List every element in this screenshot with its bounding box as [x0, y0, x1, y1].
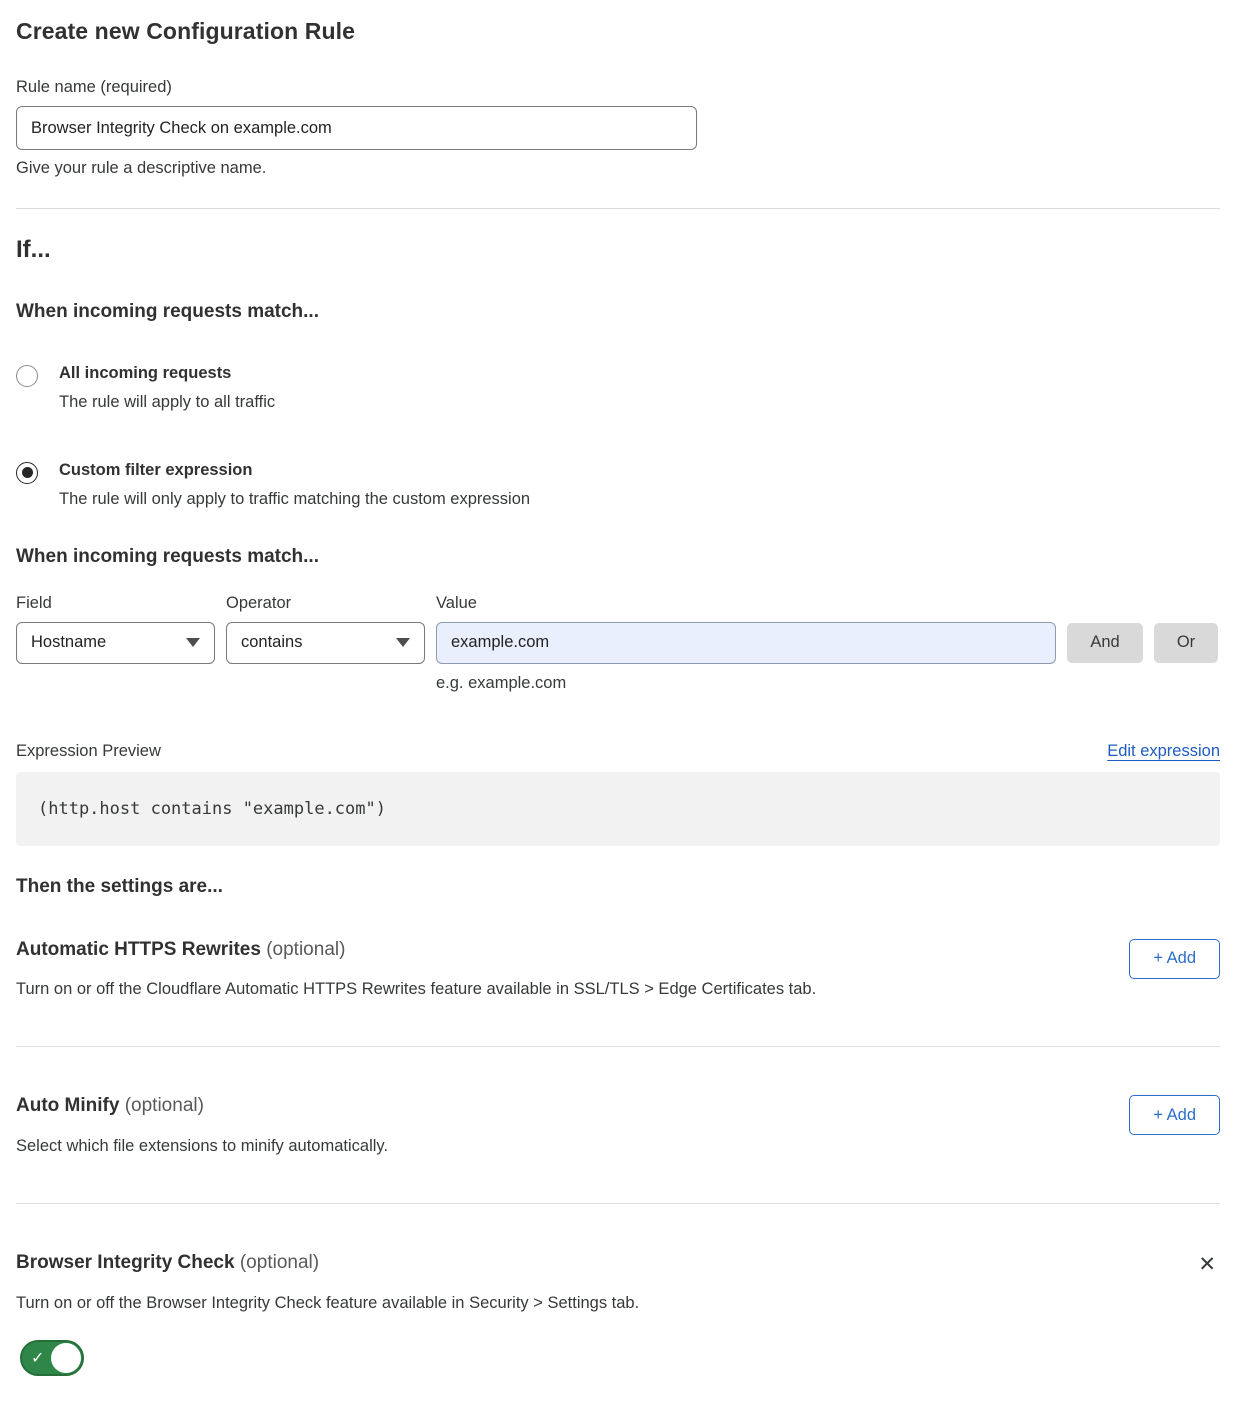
expression-builder: Field Operator Value Hostname contains A… — [16, 594, 1220, 693]
setting-title-text: Automatic HTTPS Rewrites — [16, 939, 261, 960]
operator-select-value: contains — [241, 633, 302, 652]
page-title: Create new Configuration Rule — [16, 18, 1220, 45]
radio-option-custom-filter[interactable]: Custom filter expression The rule will o… — [16, 461, 1220, 509]
expression-builder-heading: When incoming requests match... — [16, 546, 1220, 568]
setting-divider — [16, 1046, 1220, 1047]
setting-title: Auto Minify (optional) — [16, 1095, 388, 1118]
rule-name-label: Rule name (required) — [16, 78, 1220, 97]
operator-column-label: Operator — [226, 594, 425, 613]
radio-button-unselected[interactable] — [16, 365, 38, 387]
and-button[interactable]: And — [1067, 623, 1143, 663]
add-automatic-https-rewrites-button[interactable]: + Add — [1129, 939, 1220, 979]
rule-name-input[interactable] — [16, 106, 697, 150]
radio-button-selected[interactable] — [16, 462, 38, 484]
setting-browser-integrity-check: Browser Integrity Check (optional) Turn … — [16, 1252, 1220, 1376]
radio-option-all-incoming[interactable]: All incoming requests The rule will appl… — [16, 364, 1220, 412]
setting-title-text: Browser Integrity Check — [16, 1252, 235, 1273]
settings-heading: Then the settings are... — [16, 876, 1220, 898]
operator-select[interactable]: contains — [226, 622, 425, 664]
optional-tag: (optional) — [125, 1095, 204, 1116]
setting-auto-minify: Auto Minify (optional) Select which file… — [16, 1095, 1220, 1156]
value-helper-text: e.g. example.com — [436, 674, 1056, 693]
section-divider — [16, 208, 1220, 209]
setting-title-text: Auto Minify — [16, 1095, 119, 1116]
or-button[interactable]: Or — [1154, 623, 1218, 663]
radio-option-texts: All incoming requests The rule will appl… — [59, 364, 275, 412]
create-configuration-rule-form: Create new Configuration Rule Rule name … — [0, 0, 1237, 1416]
expression-preview-header: Expression Preview Edit expression — [16, 742, 1220, 761]
setting-description: Turn on or off the Browser Integrity Che… — [16, 1294, 639, 1313]
value-column-label: Value — [436, 594, 1056, 613]
setting-texts: Auto Minify (optional) Select which file… — [16, 1095, 388, 1156]
radio-option-texts: Custom filter expression The rule will o… — [59, 461, 530, 509]
toggle-knob — [51, 1343, 81, 1373]
if-heading: If... — [16, 236, 1220, 264]
setting-description: Select which file extensions to minify a… — [16, 1137, 388, 1156]
edit-expression-link[interactable]: Edit expression — [1107, 742, 1220, 761]
radio-option-label: All incoming requests — [59, 364, 275, 384]
radio-option-description: The rule will only apply to traffic matc… — [59, 490, 530, 509]
optional-tag: (optional) — [240, 1252, 319, 1273]
radio-option-label: Custom filter expression — [59, 461, 530, 481]
setting-automatic-https-rewrites: Automatic HTTPS Rewrites (optional) Turn… — [16, 939, 1220, 1000]
setting-description: Turn on or off the Cloudflare Automatic … — [16, 980, 816, 999]
expression-preview-label: Expression Preview — [16, 742, 161, 761]
close-icon[interactable]: ✕ — [1194, 1252, 1220, 1276]
match-type-heading: When incoming requests match... — [16, 301, 1220, 323]
optional-tag: (optional) — [266, 939, 345, 960]
setting-divider — [16, 1203, 1220, 1204]
add-auto-minify-button[interactable]: + Add — [1129, 1095, 1220, 1135]
value-input[interactable] — [436, 622, 1056, 664]
setting-texts: Browser Integrity Check (optional) Turn … — [16, 1252, 639, 1376]
setting-title: Automatic HTTPS Rewrites (optional) — [16, 939, 816, 962]
field-column-label: Field — [16, 594, 215, 613]
radio-option-description: The rule will apply to all traffic — [59, 393, 275, 412]
check-icon: ✓ — [31, 1348, 44, 1368]
field-select-value: Hostname — [31, 633, 106, 652]
rule-name-helper: Give your rule a descriptive name. — [16, 159, 1220, 178]
expression-preview-code: (http.host contains "example.com") — [16, 772, 1220, 846]
field-select[interactable]: Hostname — [16, 622, 215, 664]
chevron-down-icon — [396, 638, 410, 647]
chevron-down-icon — [186, 638, 200, 647]
browser-integrity-check-toggle[interactable]: ✓ — [20, 1340, 84, 1376]
setting-title: Browser Integrity Check (optional) — [16, 1252, 639, 1275]
setting-texts: Automatic HTTPS Rewrites (optional) Turn… — [16, 939, 816, 1000]
